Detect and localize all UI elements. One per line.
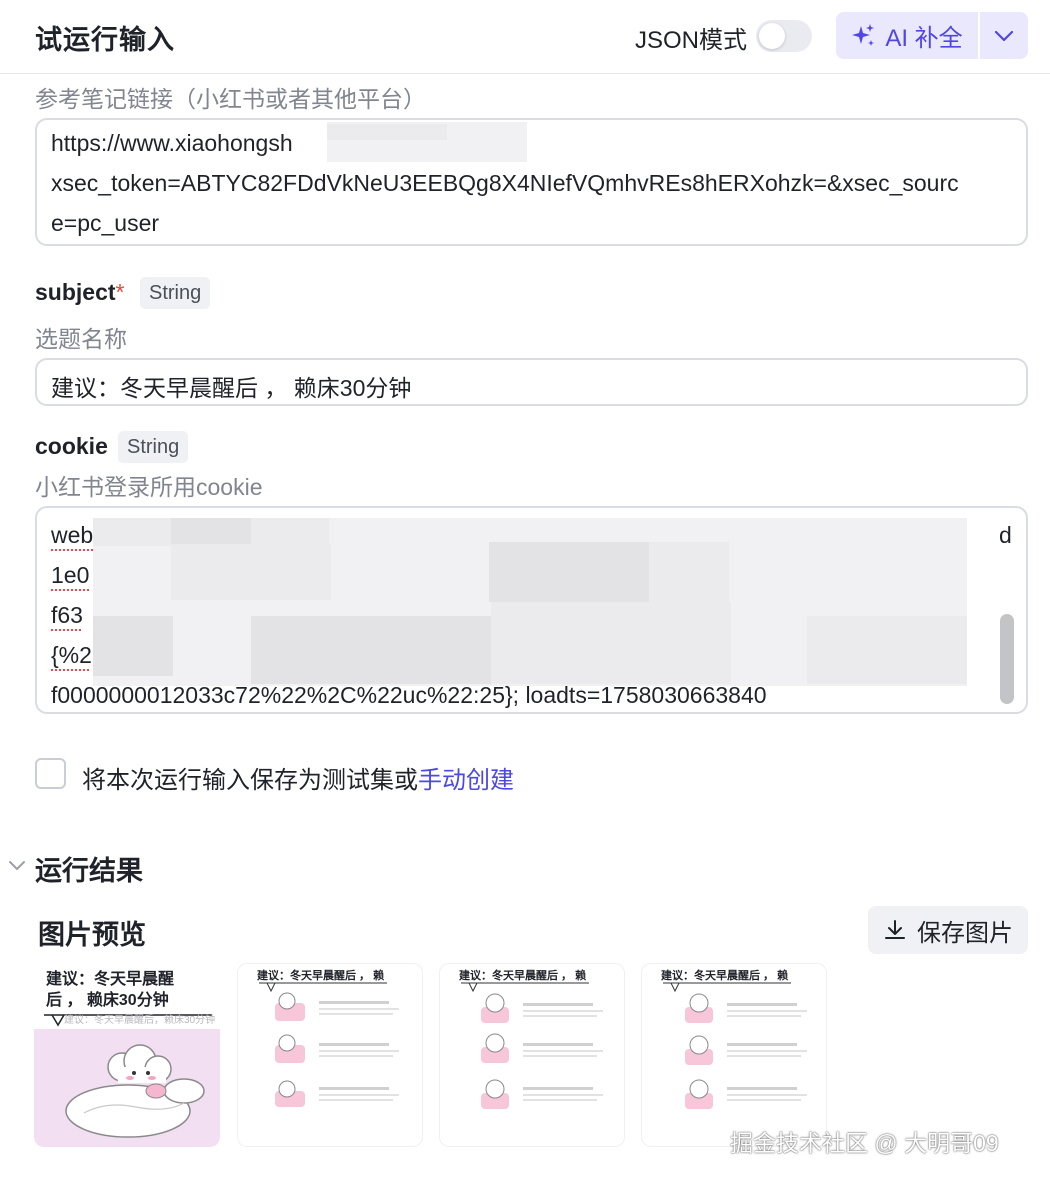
redaction-blur [171,518,251,544]
page-title: 试运行输入 [35,25,175,55]
redaction-blur [171,544,331,600]
preview-thumbnail[interactable]: 建议：冬天早晨醒后 ， 赖 [237,963,423,1147]
tips-illustration [461,982,603,1109]
json-mode-toggle[interactable] [756,20,812,52]
redaction-blur [327,124,447,140]
redaction-blur [649,542,729,602]
thumbnail-caption: 建议：冬天早晨醒 后 ， 赖床30分钟 [46,969,216,1011]
tips-illustration [259,982,399,1107]
save-test-set-label: 将本次运行输入保存为测试集或手动创建 [82,760,514,795]
cookie-input[interactable]: web d 1e0 f63 {%2 9 f0000000012033c72%22… [35,506,1028,714]
tips-illustration [663,982,807,1109]
cookie-line-3-start: f63 [51,602,83,628]
thumbnail-subcaption: 建议：冬天早晨醒后，赖床30分钟 [64,1015,216,1026]
subject-input[interactable]: 建议：冬天早晨醒后 ， 赖床30分钟 [35,358,1028,406]
sleeping-cloud-illustration [65,1044,205,1138]
type-tag: String [118,431,189,463]
redaction-blur [807,616,967,684]
preview-thumbnail[interactable]: 建议：冬天早晨醒 后 ， 赖床30分钟 建议：冬天早晨醒后，赖床30分钟 [34,963,220,1147]
sparkle-icon [852,23,875,46]
save-option-text: 将本次运行输入保存为测试集或 [82,767,418,794]
header: 试运行输入 JSON模式 AI 补全 [0,0,1050,74]
chevron-down-icon[interactable] [7,856,27,876]
manual-create-link[interactable]: 手动创建 [418,767,514,794]
subject-field-name: subject [35,279,116,305]
json-mode-label: JSON模式 [635,27,748,54]
subject-description: 选题名称 [35,326,127,352]
download-icon [885,920,905,939]
cookie-field-label: cookie [35,433,108,459]
note-link-description: 参考笔记链接（小红书或者其他平台） [35,86,426,112]
cookie-scrollbar[interactable] [1000,614,1014,704]
chevron-down-icon [994,30,1014,41]
note-link-line-1: https://www.xiaohongsh [51,130,293,156]
save-image-button[interactable]: 保存图片 [868,906,1028,954]
redaction-blur [251,616,491,684]
watermark: 掘金技术社区 @ 大明哥09 [730,1130,999,1156]
note-link-line-2: xsec_token=ABTYC82FDdVkNeU3EEBQg8X4NIefV… [51,170,959,196]
required-marker: * [115,279,125,305]
redaction-blur [489,542,649,602]
subject-field-label: subject* [35,279,124,306]
ai-complete-label: AI 补全 [885,25,963,52]
image-preview-title: 图片预览 [38,920,146,950]
save-test-set-checkbox[interactable] [35,758,66,789]
cookie-line-5: f0000000012033c72%22%2C%22uc%22:25}; loa… [51,682,767,708]
cookie-line-1-start: web [51,522,94,548]
thumbnail-caption-line: 建议：冬天早晨醒 [46,971,175,988]
redaction-blur [491,602,731,684]
ai-dropdown-button[interactable] [980,12,1028,59]
run-result-title: 运行结果 [35,856,143,886]
thumbnail-caption-line: 后 ， 赖床30分钟 [46,992,169,1009]
cookie-line-4-start: {%2 [51,642,92,668]
ai-complete-button[interactable]: AI 补全 [836,12,978,59]
cookie-line-2-start: 1e0 [51,562,90,588]
preview-thumbnail[interactable]: 建议：冬天早晨醒后 ， 赖 [439,963,625,1147]
redaction-blur [93,616,173,676]
cookie-description: 小红书登录所用cookie [35,474,263,500]
note-link-line-3: e=pc_user [51,210,160,236]
save-image-label: 保存图片 [917,919,1013,947]
type-tag: String [140,277,211,309]
subject-input-value: 建议：冬天早晨醒后 ， 赖床30分钟 [51,375,412,401]
cookie-line-1-end: d [999,522,1012,548]
preview-thumbnail[interactable]: 建议：冬天早晨醒后 ， 赖 [641,963,827,1147]
note-link-input[interactable]: https://www.xiaohongsh xsec_token=ABTYC8… [35,118,1028,246]
toggle-knob [759,23,785,49]
